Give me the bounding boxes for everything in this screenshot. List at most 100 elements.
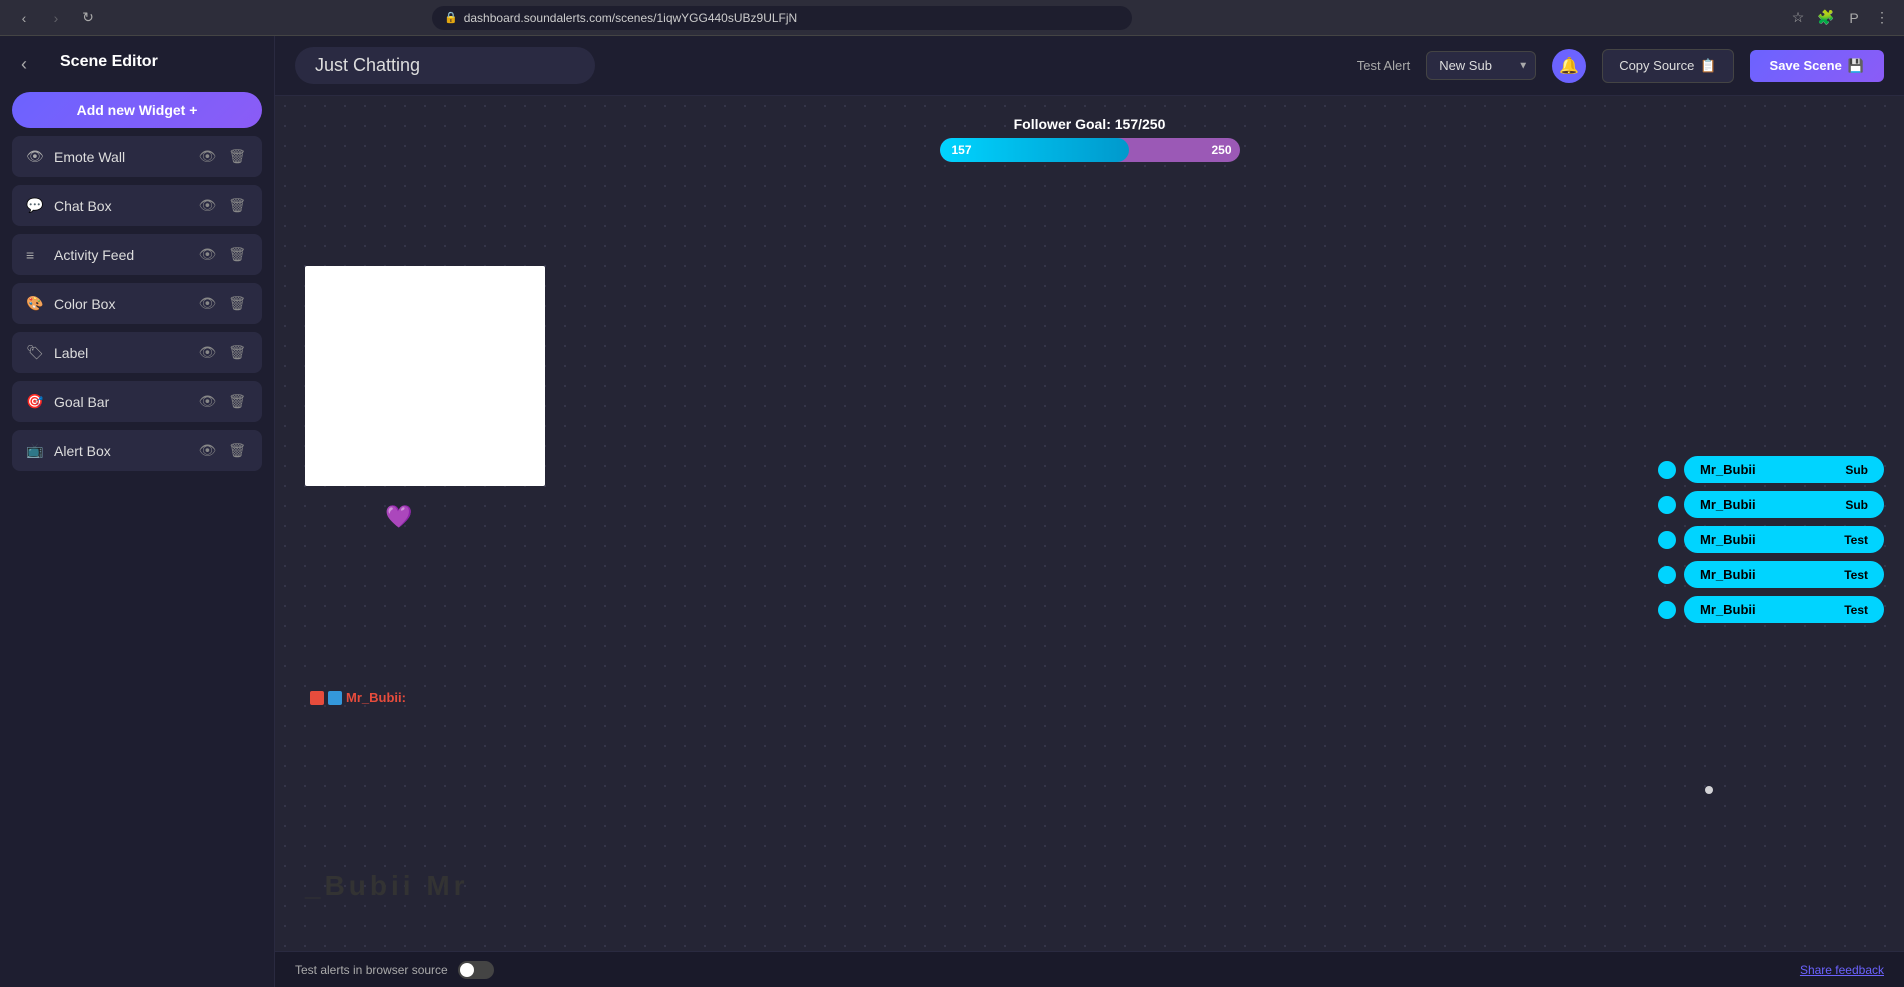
star-button[interactable]: ☆ [1788, 8, 1808, 28]
sidebar: ‹ Scene Editor Add new Widget + 👁 Emote … [0, 36, 275, 987]
content-area: Just Chatting Test Alert New Sub New Fol… [275, 36, 1904, 987]
activity-name-2: Mr_Bubii [1700, 532, 1756, 547]
label-visibility[interactable]: 👁 [196, 342, 218, 363]
chat-badge-blue [328, 691, 342, 705]
alert-box-label: Alert Box [54, 443, 186, 459]
activity-type-4: Test [1844, 603, 1868, 617]
canvas-wrapper[interactable]: Follower Goal: 157/250 157 250 Mr_Bubii:… [275, 96, 1904, 951]
sidebar-item-chat-box[interactable]: 💬 Chat Box 👁 🗑 [12, 185, 262, 226]
sidebar-item-label[interactable]: 🏷 Label 👁 🗑 [12, 332, 262, 373]
color-box-delete[interactable]: 🗑 [226, 293, 248, 314]
scene-name: Just Chatting [295, 47, 595, 84]
sidebar-item-activity-feed[interactable]: ≡ Activity Feed 👁 🗑 [12, 234, 262, 275]
chat-box-visibility[interactable]: 👁 [196, 195, 218, 216]
activity-item-2: Mr_Bubii Test [1658, 526, 1884, 553]
emote-wall-visibility[interactable]: 👁 [196, 146, 218, 167]
add-widget-button[interactable]: Add new Widget + [12, 92, 262, 128]
chat-box-icon: 💬 [26, 197, 44, 214]
activity-name-1: Mr_Bubii [1700, 497, 1756, 512]
label-delete[interactable]: 🗑 [226, 342, 248, 363]
activity-feed-label: Activity Feed [54, 247, 186, 263]
copy-icon: 📋 [1700, 58, 1716, 74]
alert-box-delete[interactable]: 🗑 [226, 440, 248, 461]
test-alerts-label: Test alerts in browser source [295, 963, 448, 977]
color-box-label: Color Box [54, 296, 186, 312]
extensions-button[interactable]: 🧩 [1816, 8, 1836, 28]
chat-box-delete[interactable]: 🗑 [226, 195, 248, 216]
activity-feed-actions: 👁 🗑 [196, 244, 248, 265]
top-bar: Just Chatting Test Alert New Sub New Fol… [275, 36, 1904, 96]
save-scene-label: Save Scene [1770, 58, 1842, 73]
test-alert-button[interactable]: 🔔 [1552, 49, 1586, 83]
activity-dot-3 [1658, 566, 1676, 584]
follower-goal-bar-background: 157 250 [940, 138, 1240, 162]
reload-button[interactable]: ↻ [76, 6, 100, 30]
forward-button[interactable]: › [44, 6, 68, 30]
save-icon: 💾 [1848, 58, 1864, 74]
profile-button[interactable]: P [1844, 8, 1864, 28]
activity-name-4: Mr_Bubii [1700, 602, 1756, 617]
test-alert-select-wrapper: New Sub New Follow Donation Bits Raid [1426, 51, 1536, 80]
alert-box-visibility[interactable]: 👁 [196, 440, 218, 461]
follower-goal-target: 250 [1211, 143, 1231, 157]
goal-bar-delete[interactable]: 🗑 [226, 391, 248, 412]
activity-card-4: Mr_Bubii Test [1684, 596, 1884, 623]
label-icon: 🏷 [26, 344, 44, 361]
follower-goal-title: Follower Goal: 157/250 [940, 116, 1240, 132]
activity-item-1: Mr_Bubii Sub [1658, 491, 1884, 518]
activity-type-3: Test [1844, 568, 1868, 582]
test-alerts-toggle-group: Test alerts in browser source [295, 961, 494, 979]
activity-name-0: Mr_Bubii [1700, 462, 1756, 477]
chat-box-label: Chat Box [54, 198, 186, 214]
address-bar[interactable]: 🔒 dashboard.soundalerts.com/scenes/1iqwY… [432, 6, 1132, 30]
activity-feed-visibility[interactable]: 👁 [196, 244, 218, 265]
activity-item-0: Mr_Bubii Sub [1658, 456, 1884, 483]
activity-type-2: Test [1844, 533, 1868, 547]
emote-wall-icon: 👁 [26, 148, 44, 165]
follower-goal-widget: Follower Goal: 157/250 157 250 [940, 116, 1240, 162]
activity-feed-delete[interactable]: 🗑 [226, 244, 248, 265]
activity-dot-4 [1658, 601, 1676, 619]
follower-goal-bar-fill: 157 [940, 138, 1129, 162]
test-alert-select[interactable]: New Sub New Follow Donation Bits Raid [1426, 51, 1536, 80]
sidebar-item-emote-wall[interactable]: 👁 Emote Wall 👁 🗑 [12, 136, 262, 177]
copy-source-button[interactable]: Copy Source 📋 [1602, 49, 1733, 83]
chat-widget-box [305, 266, 545, 486]
activity-card-2: Mr_Bubii Test [1684, 526, 1884, 553]
app-container: ‹ Scene Editor Add new Widget + 👁 Emote … [0, 36, 1904, 987]
back-button[interactable]: ‹ [12, 6, 36, 30]
activity-type-0: Sub [1845, 463, 1868, 477]
alert-box-icon: 📺 [26, 442, 44, 459]
test-alerts-toggle[interactable] [458, 961, 494, 979]
sidebar-back-button[interactable]: ‹ [12, 52, 36, 76]
goal-bar-label: Goal Bar [54, 394, 186, 410]
activity-type-1: Sub [1845, 498, 1868, 512]
activity-dot-0 [1658, 461, 1676, 479]
share-feedback-button[interactable]: Share feedback [1800, 963, 1884, 977]
bottom-ticker: _Bubii Mr [275, 861, 1904, 911]
chat-badge-red [310, 691, 324, 705]
menu-button[interactable]: ⋮ [1872, 8, 1892, 28]
save-scene-button[interactable]: Save Scene 💾 [1750, 50, 1884, 82]
emote-wall-actions: 👁 🗑 [196, 146, 248, 167]
goal-bar-icon: 🎯 [26, 393, 44, 410]
activity-card-1: Mr_Bubii Sub [1684, 491, 1884, 518]
sidebar-item-goal-bar[interactable]: 🎯 Goal Bar 👁 🗑 [12, 381, 262, 422]
color-box-visibility[interactable]: 👁 [196, 293, 218, 314]
sidebar-title: Scene Editor [36, 53, 158, 71]
sidebar-item-alert-box[interactable]: 📺 Alert Box 👁 🗑 [12, 430, 262, 471]
sidebar-item-color-box[interactable]: 🎨 Color Box 👁 🗑 [12, 283, 262, 324]
activity-item-3: Mr_Bubii Test [1658, 561, 1884, 588]
goal-bar-actions: 👁 🗑 [196, 391, 248, 412]
activity-feed-panel: Mr_Bubii Sub Mr_Bubii Sub Mr_Bubii Tes [1658, 456, 1884, 623]
activity-feed-icon: ≡ [26, 247, 44, 263]
emote-wall-delete[interactable]: 🗑 [226, 146, 248, 167]
activity-dot-1 [1658, 496, 1676, 514]
test-alert-label: Test Alert [1357, 58, 1410, 73]
activity-card-0: Mr_Bubii Sub [1684, 456, 1884, 483]
label-actions: 👁 🗑 [196, 342, 248, 363]
goal-bar-visibility[interactable]: 👁 [196, 391, 218, 412]
status-bar: Test alerts in browser source Share feed… [275, 951, 1904, 987]
browser-chrome: ‹ › ↻ 🔒 dashboard.soundalerts.com/scenes… [0, 0, 1904, 36]
ticker-text: _Bubii Mr [275, 870, 469, 902]
